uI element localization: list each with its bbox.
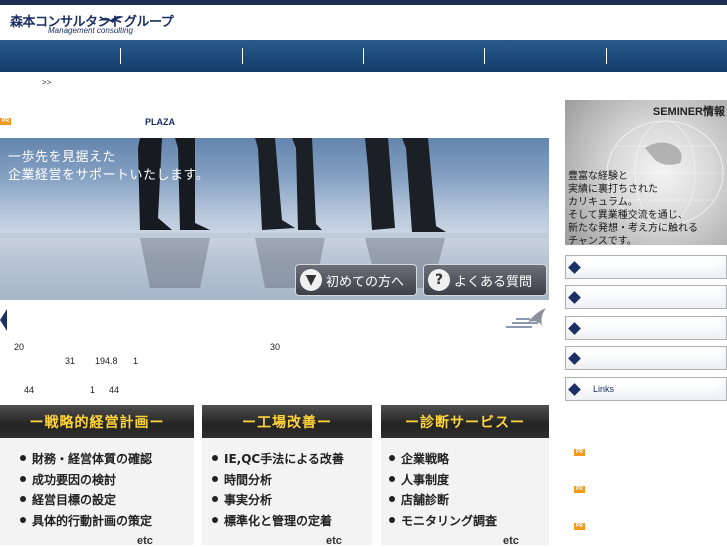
- prev-arrow-icon[interactable]: [0, 309, 7, 331]
- hero-headline-1: 一歩先を見据えた: [8, 150, 117, 165]
- logo-tagline: Management consulting: [48, 26, 133, 35]
- diamond-icon: [568, 261, 581, 274]
- pr-badge: PR: [0, 118, 11, 125]
- main-nav: [0, 40, 727, 72]
- list-item: 財務・経営体質の確認: [20, 450, 194, 471]
- nav-item-1[interactable]: [0, 48, 120, 64]
- service-diagnosis-title: ー診断サービスー: [381, 405, 549, 438]
- nav-item-3[interactable]: [241, 48, 363, 64]
- question-icon: ?: [428, 269, 450, 291]
- etc-label: etc: [326, 535, 342, 547]
- diamond-icon: [568, 322, 581, 335]
- bird-mark-icon: [506, 308, 546, 328]
- nav-item-6[interactable]: [605, 48, 727, 64]
- info-text-4: 194.8: [95, 356, 118, 366]
- hero-headline-2: 企業経営をサポートいたします。: [8, 168, 210, 183]
- list-item: 時間分析: [212, 471, 372, 492]
- side-link-2[interactable]: [565, 285, 727, 309]
- info-text-7: 1: [90, 385, 96, 395]
- nav-item-2[interactable]: [120, 48, 241, 64]
- info-text-2: 30: [270, 342, 281, 352]
- service-diagnosis[interactable]: ー診断サービスー 企業戦略 人事制度 店舗診断 モニタリング調査: [381, 405, 549, 545]
- service-factory-title: ー工場改善ー: [202, 405, 372, 438]
- list-item: IE,QC手法による改善: [212, 450, 372, 471]
- etc-label: etc: [503, 535, 519, 547]
- nav-item-4[interactable]: [362, 48, 484, 64]
- info-text-6: 44: [24, 385, 35, 395]
- shield-icon: ▼: [300, 269, 322, 291]
- pr-badge: PR: [574, 486, 585, 493]
- service-strategy-title: ー戦略的経営計画ー: [0, 405, 194, 438]
- faq-label: よくある質問: [454, 274, 533, 290]
- info-text-8: 44: [109, 385, 120, 395]
- seminar-panel[interactable]: SEMINER情報 豊富な経験と 実績に裏打ちされた カリキュラム。 そして異業…: [565, 100, 727, 245]
- info-text-1: 20: [14, 342, 25, 352]
- list-item: 具体的行動計画の策定: [20, 512, 194, 533]
- list-item: モニタリング調査: [389, 512, 549, 533]
- first-visit-button[interactable]: ▼ 初めての方へ: [295, 264, 417, 296]
- side-link-3[interactable]: [565, 316, 727, 340]
- list-item: 企業戦略: [389, 450, 549, 471]
- info-text-5: 1: [133, 356, 139, 366]
- diamond-icon: [568, 352, 581, 365]
- diamond-icon: [568, 291, 581, 304]
- list-item: 経営目標の設定: [20, 491, 194, 512]
- list-item: 事実分析: [212, 491, 372, 512]
- pr-badge: PR: [574, 449, 585, 456]
- service-strategy[interactable]: ー戦略的経営計画ー 財務・経営体質の確認 成功要因の検討 経営目標の設定 具体的…: [0, 405, 194, 545]
- etc-label: etc: [137, 535, 153, 547]
- info-text-3: 31: [65, 356, 76, 366]
- side-link-1[interactable]: [565, 255, 727, 279]
- list-item: 人事制度: [389, 471, 549, 492]
- list-item: 店舗診断: [389, 491, 549, 512]
- side-link-links[interactable]: Links: [565, 377, 727, 401]
- seminar-title: SEMINER情報: [652, 106, 725, 118]
- bird-logo-icon: [98, 16, 124, 23]
- site-header: 森本コンサルタント グループ Management consulting: [0, 5, 727, 40]
- list-item: 標準化と管理の定着: [212, 512, 372, 533]
- diamond-icon: [568, 383, 581, 396]
- service-factory[interactable]: ー工場改善ー IE,QC手法による改善 時間分析 事実分析 標準化と管理の定着: [202, 405, 372, 545]
- side-link-label: Links: [593, 384, 615, 394]
- list-item: 成功要因の検討: [20, 471, 194, 492]
- first-visit-label: 初めての方へ: [326, 274, 405, 290]
- breadcrumb[interactable]: >>: [42, 78, 51, 87]
- faq-button[interactable]: ? よくある質問: [423, 264, 547, 296]
- plaza-label: PLAZA: [145, 117, 175, 127]
- pr-badge: PR: [574, 523, 585, 530]
- nav-item-5[interactable]: [484, 48, 605, 64]
- side-link-4[interactable]: [565, 346, 727, 370]
- seminar-text-6: チャンスです。: [568, 236, 637, 245]
